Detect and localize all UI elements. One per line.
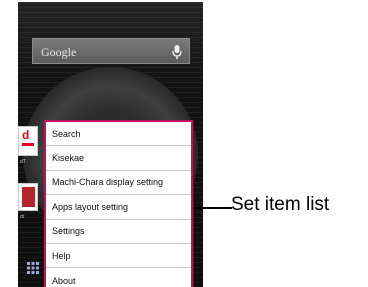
menu-item-search[interactable]: Search [46,122,191,147]
search-placeholder: Google [41,45,77,59]
callout-line [193,207,232,209]
app-icon-2[interactable] [18,183,38,211]
menu-item-about[interactable]: About [46,268,191,287]
menu-item-settings[interactable]: Settings [46,220,191,244]
docomo-d-logo: d [22,128,30,142]
app-icon-2-graphic [22,187,35,207]
docomo-app-icon[interactable]: d [18,126,38,156]
menu-item-machi-chara-display-setting[interactable]: Machi-Chara display setting [46,171,191,196]
callout-label: Set item list [231,194,330,215]
app-drawer-icon[interactable] [27,262,39,274]
menu-item-kisekae[interactable]: Kisekae [46,146,191,171]
docomo-bar [22,143,34,146]
option-menu: Search Kisekae Machi-Chara display setti… [44,120,193,287]
menu-item-help[interactable]: Help [46,244,191,269]
docomo-app-label: dT [20,159,26,165]
app-icon-2-label: dr [20,214,25,220]
google-search-bar[interactable]: Google [32,38,190,64]
mic-icon[interactable] [171,44,183,60]
menu-item-apps-layout-setting[interactable]: Apps layout setting [46,195,191,220]
